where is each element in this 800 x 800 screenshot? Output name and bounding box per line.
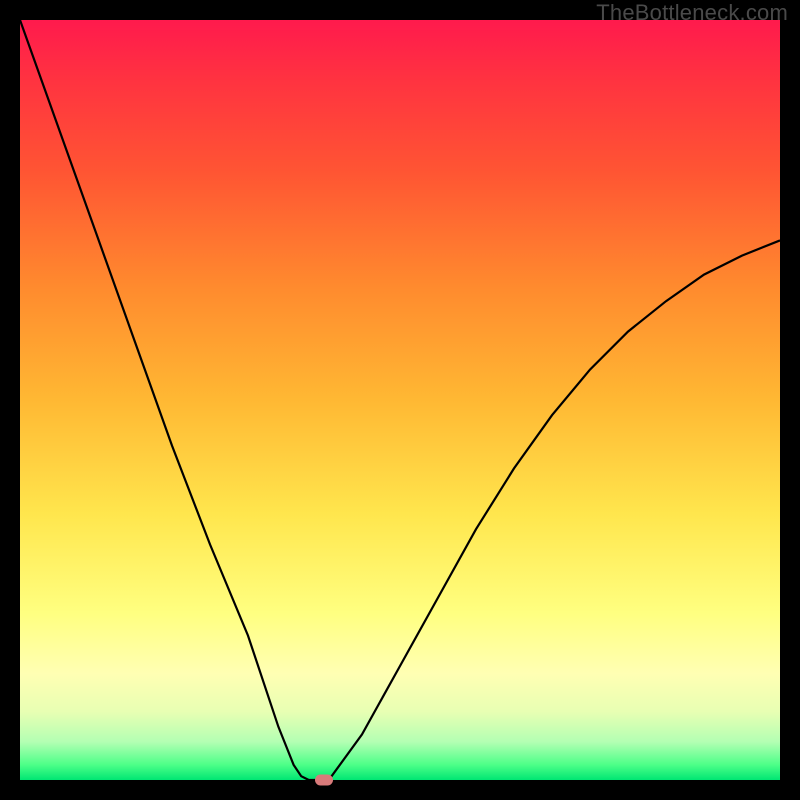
curve-path [20, 20, 780, 780]
plot-area [20, 20, 780, 780]
bottleneck-curve [20, 20, 780, 780]
optimum-marker [315, 775, 333, 786]
watermark-text: TheBottleneck.com [596, 0, 788, 26]
